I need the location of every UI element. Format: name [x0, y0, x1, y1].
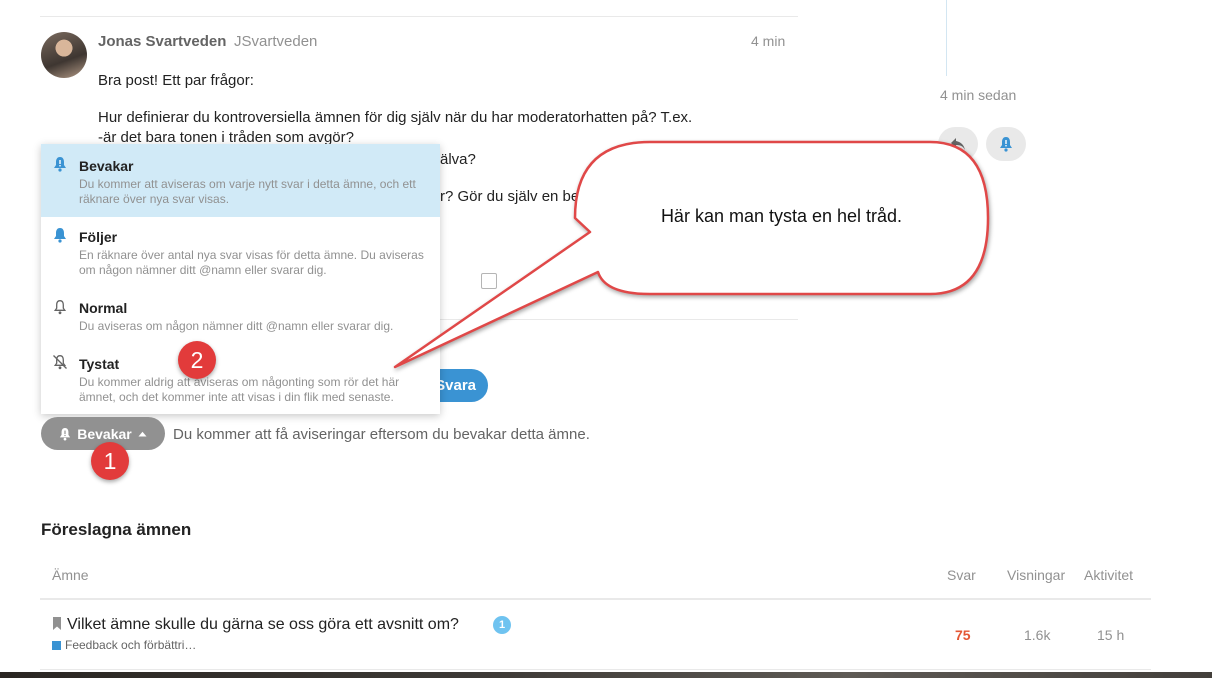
- table-header-divider: [40, 598, 1151, 600]
- column-header-topic: Ämne: [52, 567, 89, 583]
- column-header-views[interactable]: Visningar: [1007, 567, 1065, 583]
- table-row-divider: [40, 669, 1151, 670]
- background-strip: [0, 672, 1212, 678]
- topic-replies[interactable]: 75: [955, 627, 971, 643]
- callout-text: Här kan man tysta en hel tråd.: [660, 206, 903, 226]
- step-marker-1: 1: [91, 442, 129, 480]
- unread-badge[interactable]: 1: [493, 616, 511, 634]
- topic-views: 1.6k: [1024, 627, 1051, 643]
- step-marker-2: 2: [178, 341, 216, 379]
- topic-link[interactable]: Vilket ämne skulle du gärna se oss göra …: [67, 616, 459, 634]
- category-link[interactable]: Feedback och förbättri…: [65, 638, 196, 652]
- column-header-replies[interactable]: Svar: [947, 567, 976, 583]
- bookmark-icon: [53, 617, 61, 630]
- suggested-topics-title: Föreslagna ämnen: [41, 520, 192, 539]
- column-header-activity[interactable]: Aktivitet: [1084, 567, 1133, 583]
- topic-activity[interactable]: 15 h: [1097, 627, 1124, 643]
- category-color-badge: [52, 641, 61, 650]
